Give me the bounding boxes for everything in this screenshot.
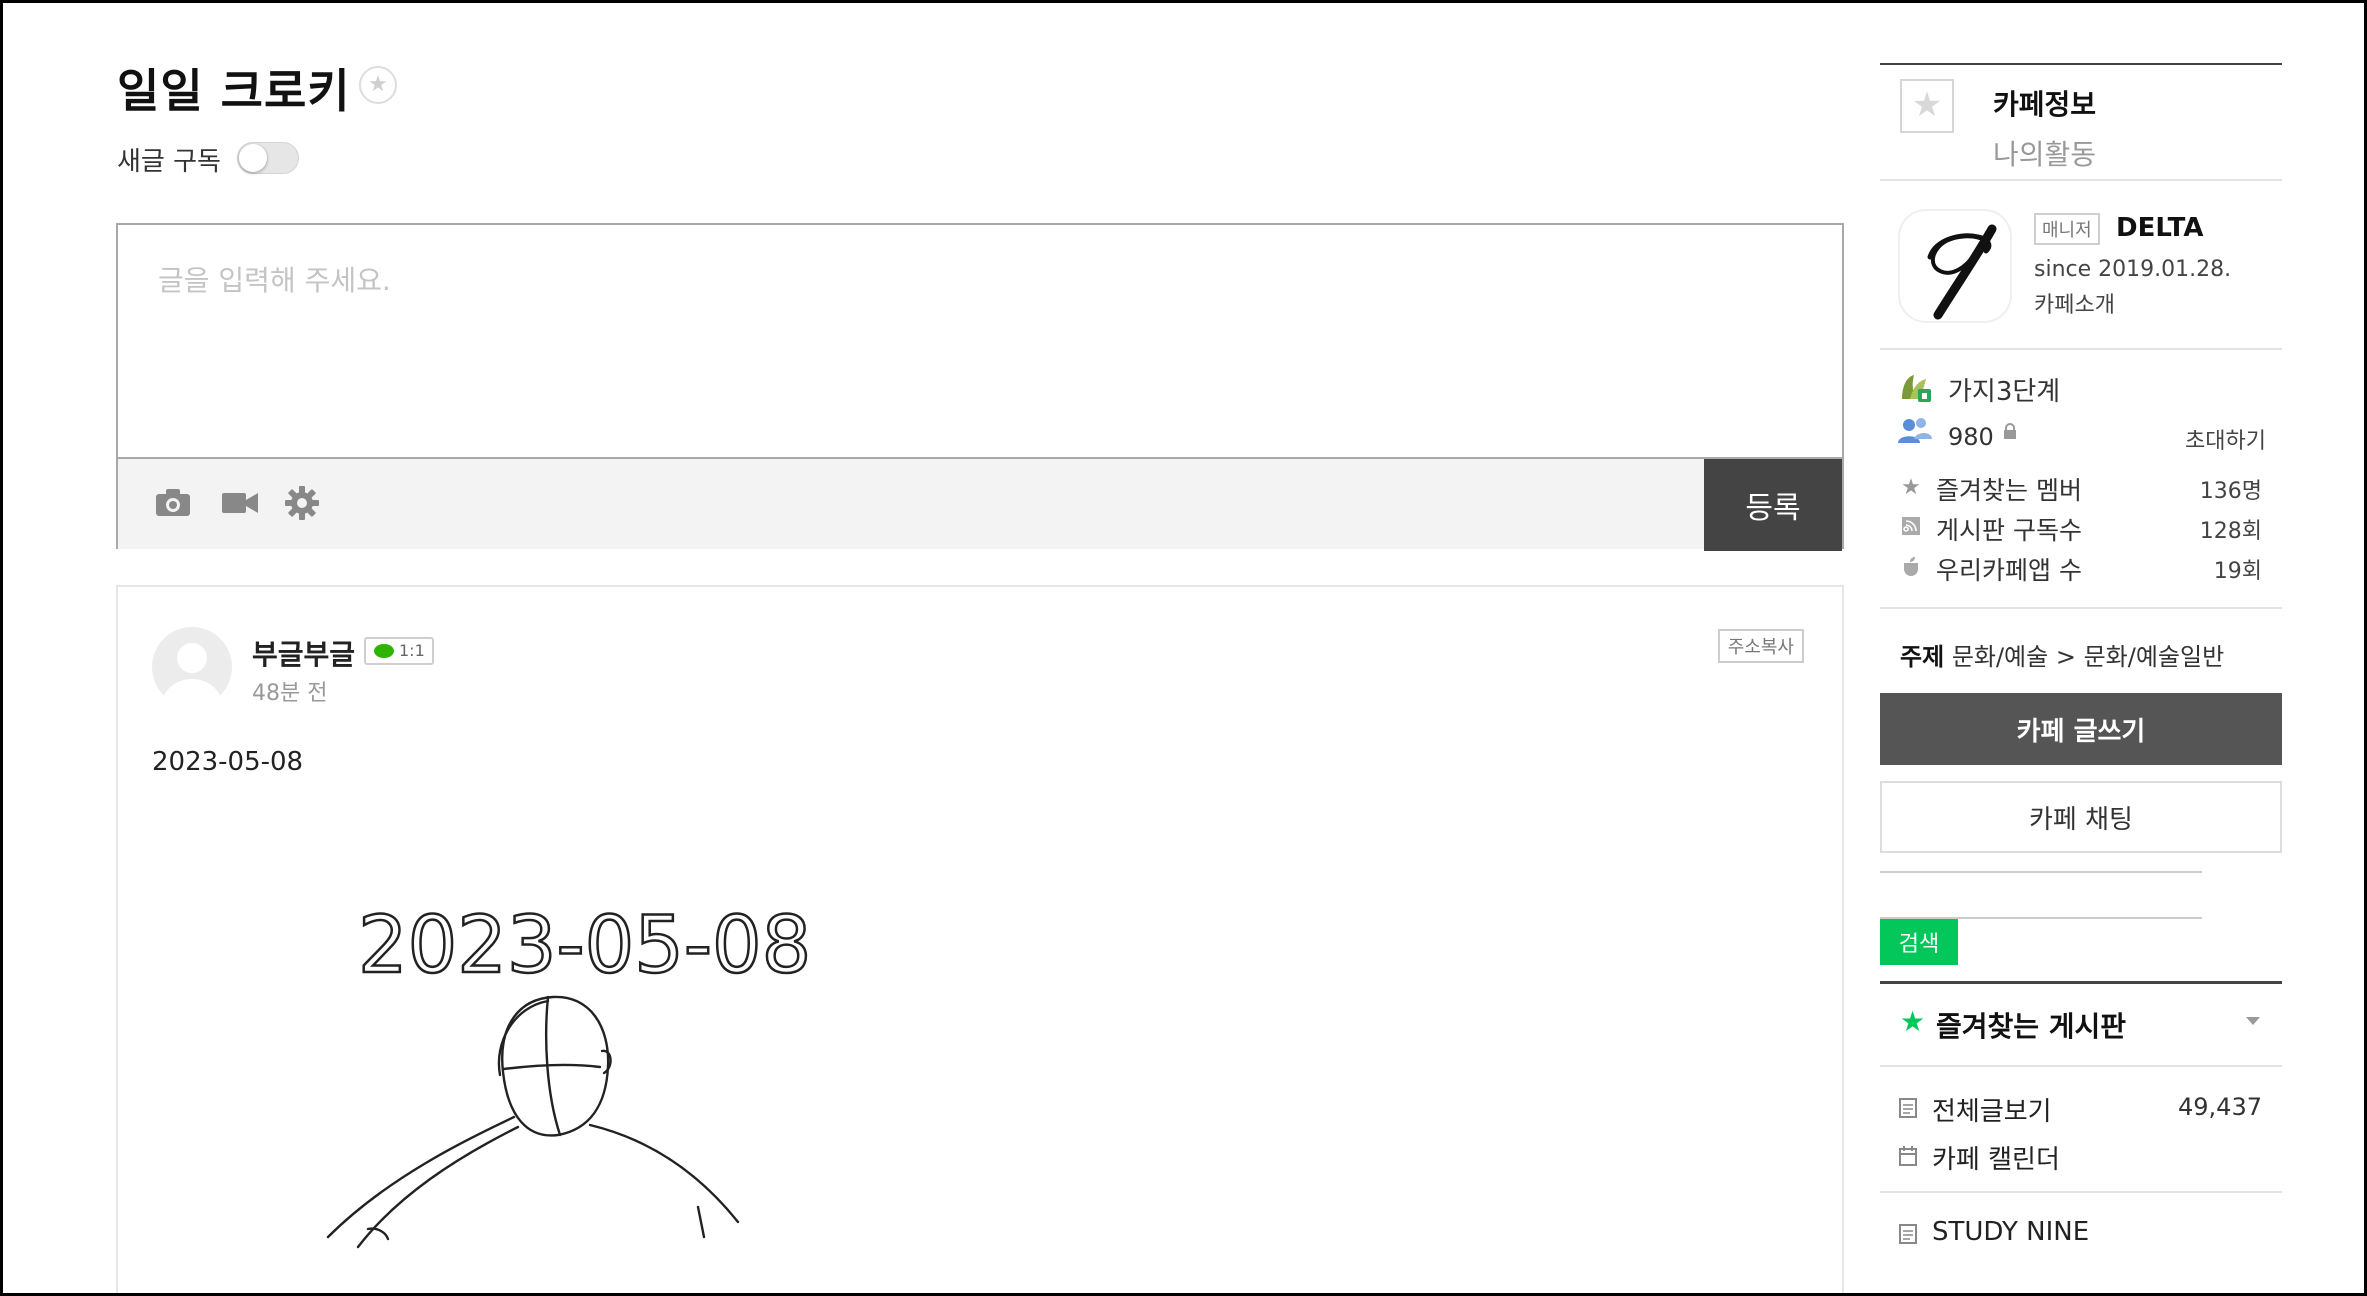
board-title: 일일 크로키 [117, 64, 351, 118]
avatar[interactable] [152, 627, 232, 707]
cafe-write-button[interactable]: 카페 글쓰기 [1880, 693, 2282, 765]
favorite-boards-label: 즐겨찾는 게시판 [1936, 1010, 2127, 1043]
author-name[interactable]: 부글부글 [252, 633, 355, 673]
menu-item-study-nine[interactable]: STUDY NINE [1898, 1217, 2262, 1253]
board-list-icon [1898, 1097, 1918, 1119]
stat-favorite-members[interactable]: ★ 즐겨찾는 멤버 136명 [1898, 471, 2262, 505]
stat-label: 즐겨찾는 멤버 [1936, 476, 2082, 505]
divider [1880, 607, 2282, 609]
submit-button[interactable]: 등록 [1704, 459, 1842, 551]
stat-value: 136명 [2199, 479, 2262, 504]
cafe-logo[interactable] [1898, 209, 2012, 323]
subscribe-icon [1898, 515, 1924, 543]
manager-badge: 매니저 [2034, 213, 2100, 245]
stat-label: 게시판 구독수 [1936, 516, 2082, 545]
tab-cafe-info[interactable]: 카페정보 [1993, 83, 2096, 123]
star-icon: ★ [1901, 475, 1921, 500]
divider [1880, 348, 2282, 350]
sketch-caption: 2023-05-08 [358, 901, 811, 991]
post-card: 부글부글 1:1 48분 전 주소복사 2023-05-08 2023-05-0… [116, 585, 1844, 1293]
level-sprout-icon [1898, 369, 1932, 403]
cafe-chat-button[interactable]: 카페 채팅 [1880, 781, 2282, 853]
favorite-boards-header[interactable]: ★ 즐겨찾는 게시판 [1880, 983, 2282, 1065]
tab-my-activity[interactable]: 나의활동 [1993, 133, 2096, 173]
divider [1880, 1065, 2282, 1067]
sidebar: ★ 카페정보 나의활동 매니저 DELTA since 2019.01.28. … [1880, 3, 2286, 1293]
subscribe-toggle[interactable] [237, 142, 299, 174]
calendar-icon [1898, 1145, 1918, 1167]
post-time: 48분 전 [252, 681, 328, 706]
member-count[interactable]: 980 [1948, 423, 1994, 451]
search-button[interactable]: 검색 [1880, 919, 1958, 965]
stat-cafe-app[interactable]: 우리카페앱 수 19회 [1898, 551, 2262, 585]
post-editor: 등록 [116, 223, 1844, 551]
cafe-favorite-star-icon[interactable]: ★ [1900, 79, 1954, 133]
menu-label: 전체글보기 [1932, 1097, 2052, 1127]
page: 일일 크로키 ★ 새글 구독 등록 부글부글 1:1 48분 전 주소복사 20… [3, 3, 2364, 1293]
stat-value: 19회 [2213, 559, 2262, 584]
topic-label: 주제 [1900, 643, 1945, 671]
app-icon [1898, 555, 1924, 583]
manager-name[interactable]: DELTA [2116, 213, 2203, 243]
post-date-text: 2023-05-08 [152, 747, 304, 777]
chat-bubble-icon [374, 644, 394, 658]
divider [1880, 1191, 2282, 1193]
video-icon[interactable] [220, 485, 260, 521]
lock-icon [2002, 423, 2018, 439]
favorite-star-icon[interactable]: ★ [359, 66, 397, 104]
stat-board-subscriptions[interactable]: 게시판 구독수 128회 [1898, 511, 2262, 545]
cafe-intro-link[interactable]: 카페소개 [2034, 287, 2115, 319]
stat-value: 128회 [2199, 519, 2262, 544]
green-star-icon: ★ [1900, 1005, 1926, 1038]
chat-badge[interactable]: 1:1 [364, 637, 434, 665]
dropdown-arrow-icon[interactable] [2246, 1017, 2260, 1025]
menu-count: 49,437 [2178, 1093, 2262, 1121]
cafe-level[interactable]: 가지3단계 [1948, 371, 2060, 408]
invite-link[interactable]: 초대하기 [2185, 423, 2266, 455]
sketch-image: 2023-05-08 [326, 900, 813, 1249]
divider [1880, 179, 2282, 181]
toggle-knob [239, 144, 267, 172]
topic-value[interactable]: 문화/예술 > 문화/예술일반 [1952, 643, 2224, 671]
stat-label: 우리카페앱 수 [1936, 556, 2082, 585]
members-icon [1898, 417, 1932, 447]
since-date: since 2019.01.28. [2034, 257, 2232, 282]
chat-badge-label: 1:1 [399, 641, 425, 660]
cafe-search-input[interactable] [1880, 871, 2202, 919]
board-list-icon [1898, 1223, 1918, 1245]
subscribe-label: 새글 구독 [117, 147, 221, 177]
gear-icon[interactable] [284, 485, 324, 521]
menu-label: STUDY NINE [1932, 1217, 2090, 1247]
editor-toolbar: 등록 [118, 457, 1842, 551]
camera-icon[interactable] [154, 485, 194, 521]
copy-address-button[interactable]: 주소복사 [1717, 629, 1804, 663]
divider [1880, 63, 2282, 65]
menu-item-all-posts[interactable]: 전체글보기 49,437 [1898, 1091, 2262, 1127]
post-input[interactable] [118, 225, 1842, 457]
menu-label: 카페 캘린더 [1932, 1145, 2060, 1175]
cafe-topic: 주제 문화/예술 > 문화/예술일반 [1900, 637, 2224, 672]
menu-item-calendar[interactable]: 카페 캘린더 [1898, 1139, 2262, 1175]
